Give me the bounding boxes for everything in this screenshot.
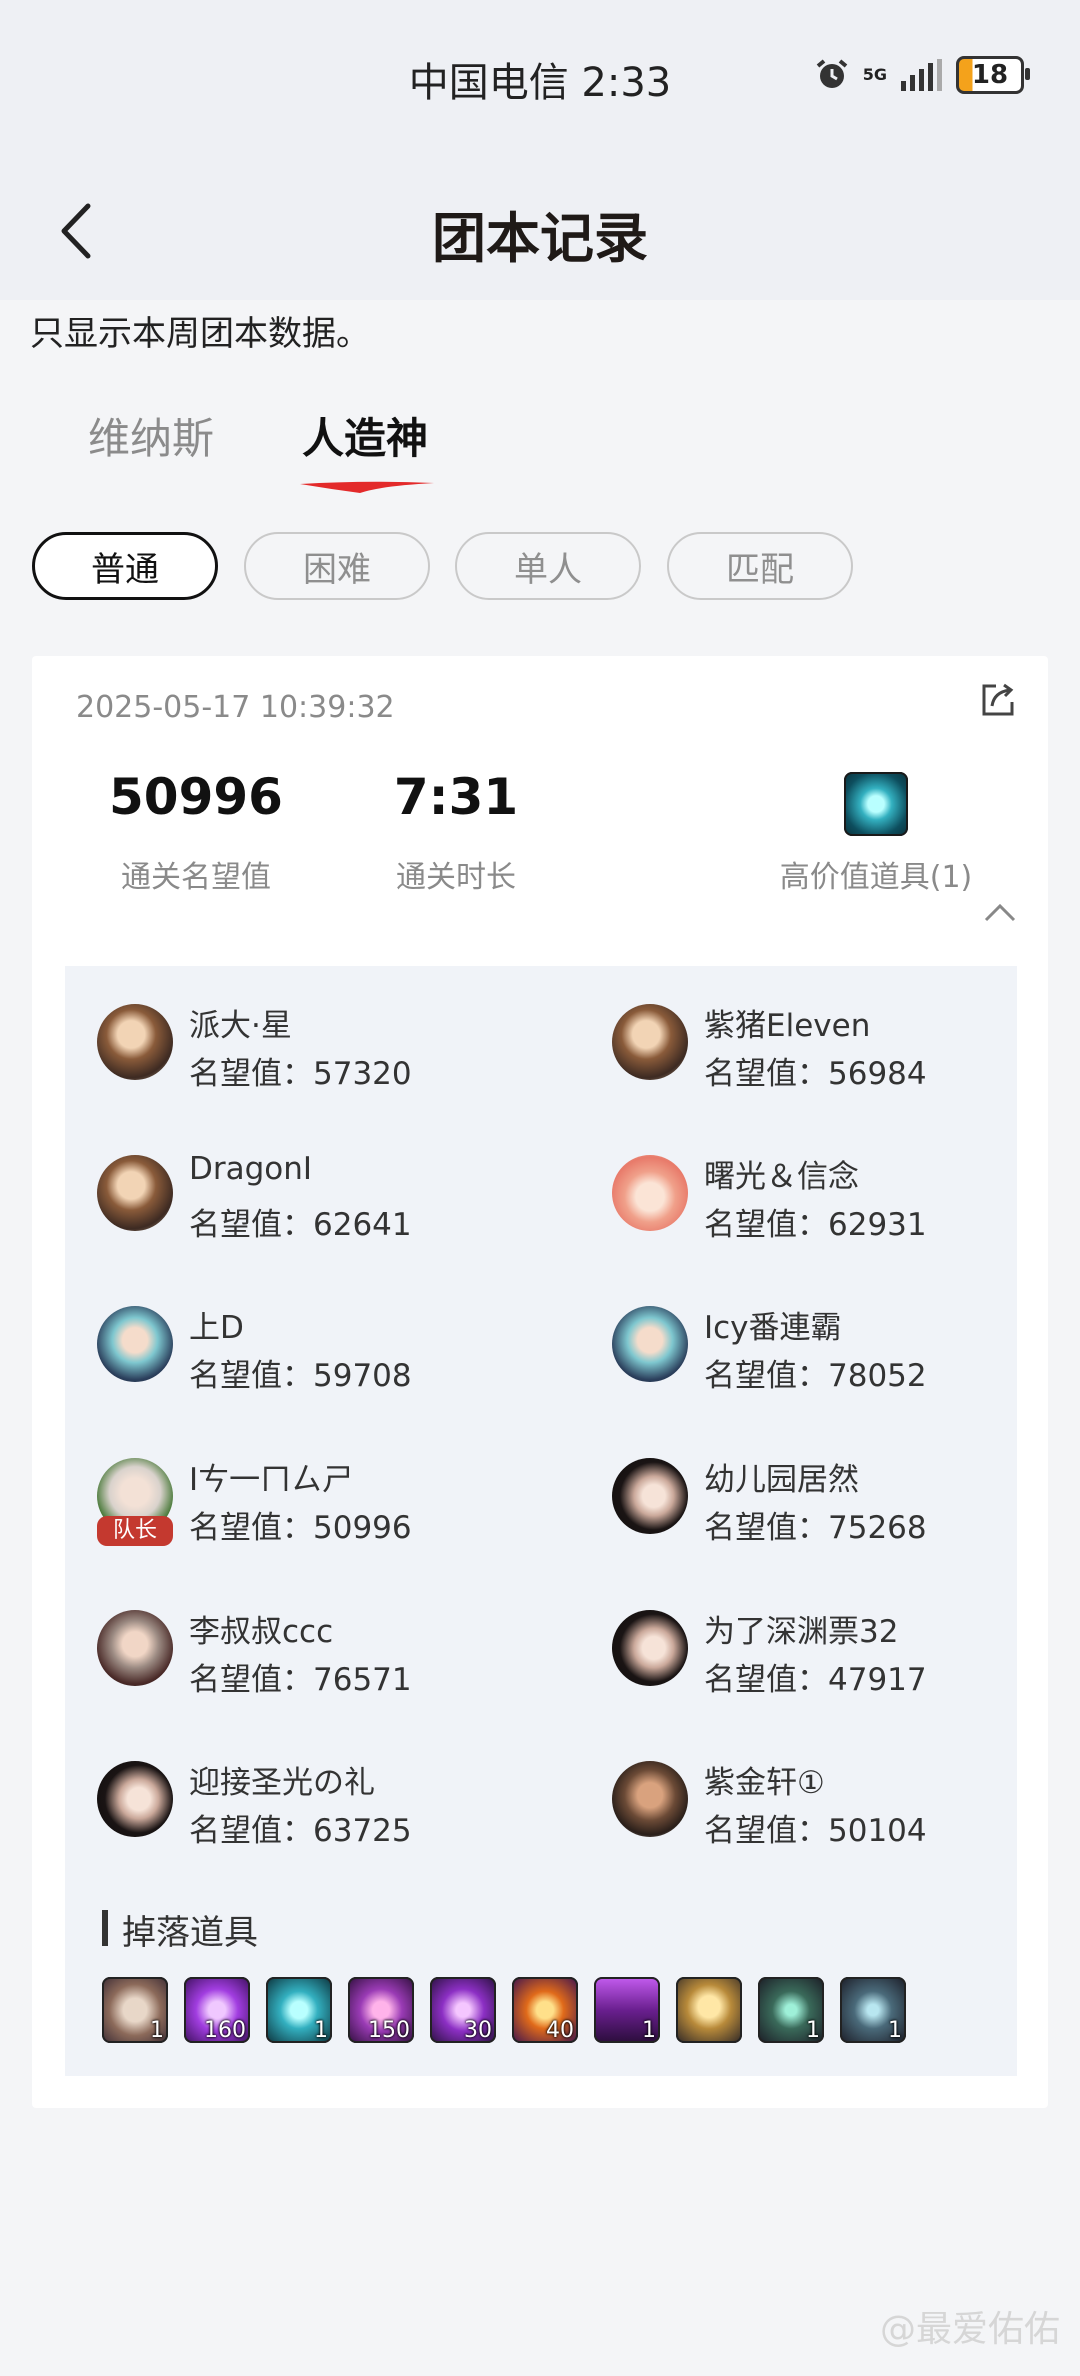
avatar [97,1306,173,1382]
drop-item[interactable]: 1 [266,1977,332,2043]
drops-title: 掉落道具 [122,1913,258,1953]
avatar [97,1004,173,1080]
drop-item[interactable]: 40 [512,1977,578,2043]
drop-count: 1 [150,2018,164,2043]
drop-item[interactable] [676,1977,742,2043]
avatar [612,1004,688,1080]
record-date: 2025-05-17 10:39:32 [76,690,395,725]
member-reputation: 名望值：50996 [189,1510,412,1546]
member-name: Iㄘ一ㄇㄙㄕ [189,1462,354,1498]
member-card[interactable]: 为了深渊票32 名望值：47917 [612,1610,1052,1720]
tab-artificial-god[interactable]: 人造神 [302,405,428,466]
difficulty-match[interactable]: 匹配 [667,532,853,600]
battery-icon: 18 [956,56,1030,94]
drop-item[interactable]: 1 [594,1977,660,2043]
member-card[interactable]: 紫金轩① 名望值：50104 [612,1761,1052,1871]
drop-item[interactable]: 1 [840,1977,906,2043]
member-card[interactable]: 李叔叔ccc 名望值：76571 [97,1610,537,1720]
difficulty-normal[interactable]: 普通 [32,532,218,600]
status-icons: 5G 18 [815,56,1030,94]
network-type: 5G [862,65,887,84]
drop-count: 150 [368,2018,410,2043]
member-reputation: 名望值：63725 [189,1813,412,1849]
difficulty-hard[interactable]: 困难 [244,532,430,600]
member-name: 上D [189,1310,244,1346]
avatar [612,1761,688,1837]
avatar [97,1155,173,1231]
tab-venus[interactable]: 维纳斯 [88,405,214,466]
share-icon[interactable] [978,680,1018,720]
clear-time-label: 通关时长 [396,860,516,895]
member-card[interactable]: 紫猪Eleven 名望值：56984 [612,1004,1052,1114]
avatar [612,1610,688,1686]
member-name: 为了深渊票32 [704,1614,899,1650]
member-name: 派大·星 [189,1008,292,1044]
drop-count: 1 [642,2018,656,2043]
member-reputation: 名望值：59708 [189,1358,412,1394]
page-title: 团本记录 [432,207,648,270]
watermark: @最爱佑佑 [879,2309,1060,2350]
member-reputation: 名望值：57320 [189,1056,412,1092]
member-reputation: 名望值：47917 [704,1662,927,1698]
avatar [612,1155,688,1231]
member-reputation: 名望值：50104 [704,1813,927,1849]
member-name: 迎接圣光の礼 [189,1765,375,1801]
high-value-items-label[interactable]: 高价值道具(1) [756,852,996,896]
chevron-up-icon[interactable] [982,900,1018,924]
drop-count: 1 [806,2018,820,2043]
member-reputation: 名望值：78052 [704,1358,927,1394]
member-card[interactable]: DragonI 名望值：62641 [97,1151,537,1265]
member-reputation: 名望值：56984 [704,1056,927,1092]
app-header: 团本记录 [0,160,1080,300]
member-card[interactable]: Icy番連霸 名望值：78052 [612,1306,1052,1416]
clear-time-value: 7:31 [393,768,519,826]
member-card[interactable]: 迎接圣光の礼 名望值：63725 [97,1761,537,1871]
member-name: DragonI [189,1151,313,1187]
reputation-label: 通关名望值 [121,860,271,895]
status-bar: 中国电信 2:33 5G 18 [0,0,1080,160]
drop-item[interactable]: 160 [184,1977,250,2043]
member-name: 李叔叔ccc [189,1614,334,1650]
drop-count: 40 [546,2018,574,2043]
drops-title-bar [102,1910,108,1946]
difficulty-solo[interactable]: 单人 [455,532,641,600]
active-tab-indicator [300,481,434,493]
high-value-item-icon[interactable] [844,772,908,836]
drop-item[interactable]: 30 [430,1977,496,2043]
signal-icon [901,59,942,91]
drop-count: 1 [314,2018,328,2043]
member-name: 幼儿园居然 [704,1462,859,1498]
avatar [612,1306,688,1382]
drop-count: 1 [888,2018,902,2043]
avatar [97,1610,173,1686]
member-name: 紫猪Eleven [704,1008,871,1044]
member-reputation: 名望值：75268 [704,1510,927,1546]
member-card[interactable]: 幼儿园居然 名望值：75268 [612,1458,1052,1568]
member-reputation: 名望值：62931 [704,1207,927,1243]
member-card[interactable]: 派大·星 名望值：57320 [97,1004,537,1114]
member-reputation: 名望值：62641 [189,1207,412,1243]
member-card[interactable]: 上D 名望值：59708 [97,1306,537,1416]
captain-badge: 队长 [97,1516,173,1546]
drop-item[interactable]: 150 [348,1977,414,2043]
avatar [97,1761,173,1837]
member-name: 紫金轩① [704,1765,825,1801]
battery-level: 18 [971,60,1009,90]
notice-text: 只显示本周团本数据。 [30,314,370,354]
drop-item[interactable]: 1 [102,1977,168,2043]
member-reputation: 名望值：76571 [189,1662,412,1698]
drop-count: 30 [464,2018,492,2043]
member-name: 曙光＆信念 [704,1159,859,1195]
member-card[interactable]: 队长 Iㄘ一ㄇㄙㄕ 名望值：50996 [97,1458,537,1568]
reputation-value: 50996 [109,768,283,826]
alarm-icon [816,59,848,88]
avatar [612,1458,688,1534]
member-name: Icy番連霸 [704,1310,842,1346]
drop-count: 160 [204,2018,246,2043]
member-card[interactable]: 曙光＆信念 名望值：62931 [612,1155,1052,1265]
drop-item[interactable]: 1 [758,1977,824,2043]
